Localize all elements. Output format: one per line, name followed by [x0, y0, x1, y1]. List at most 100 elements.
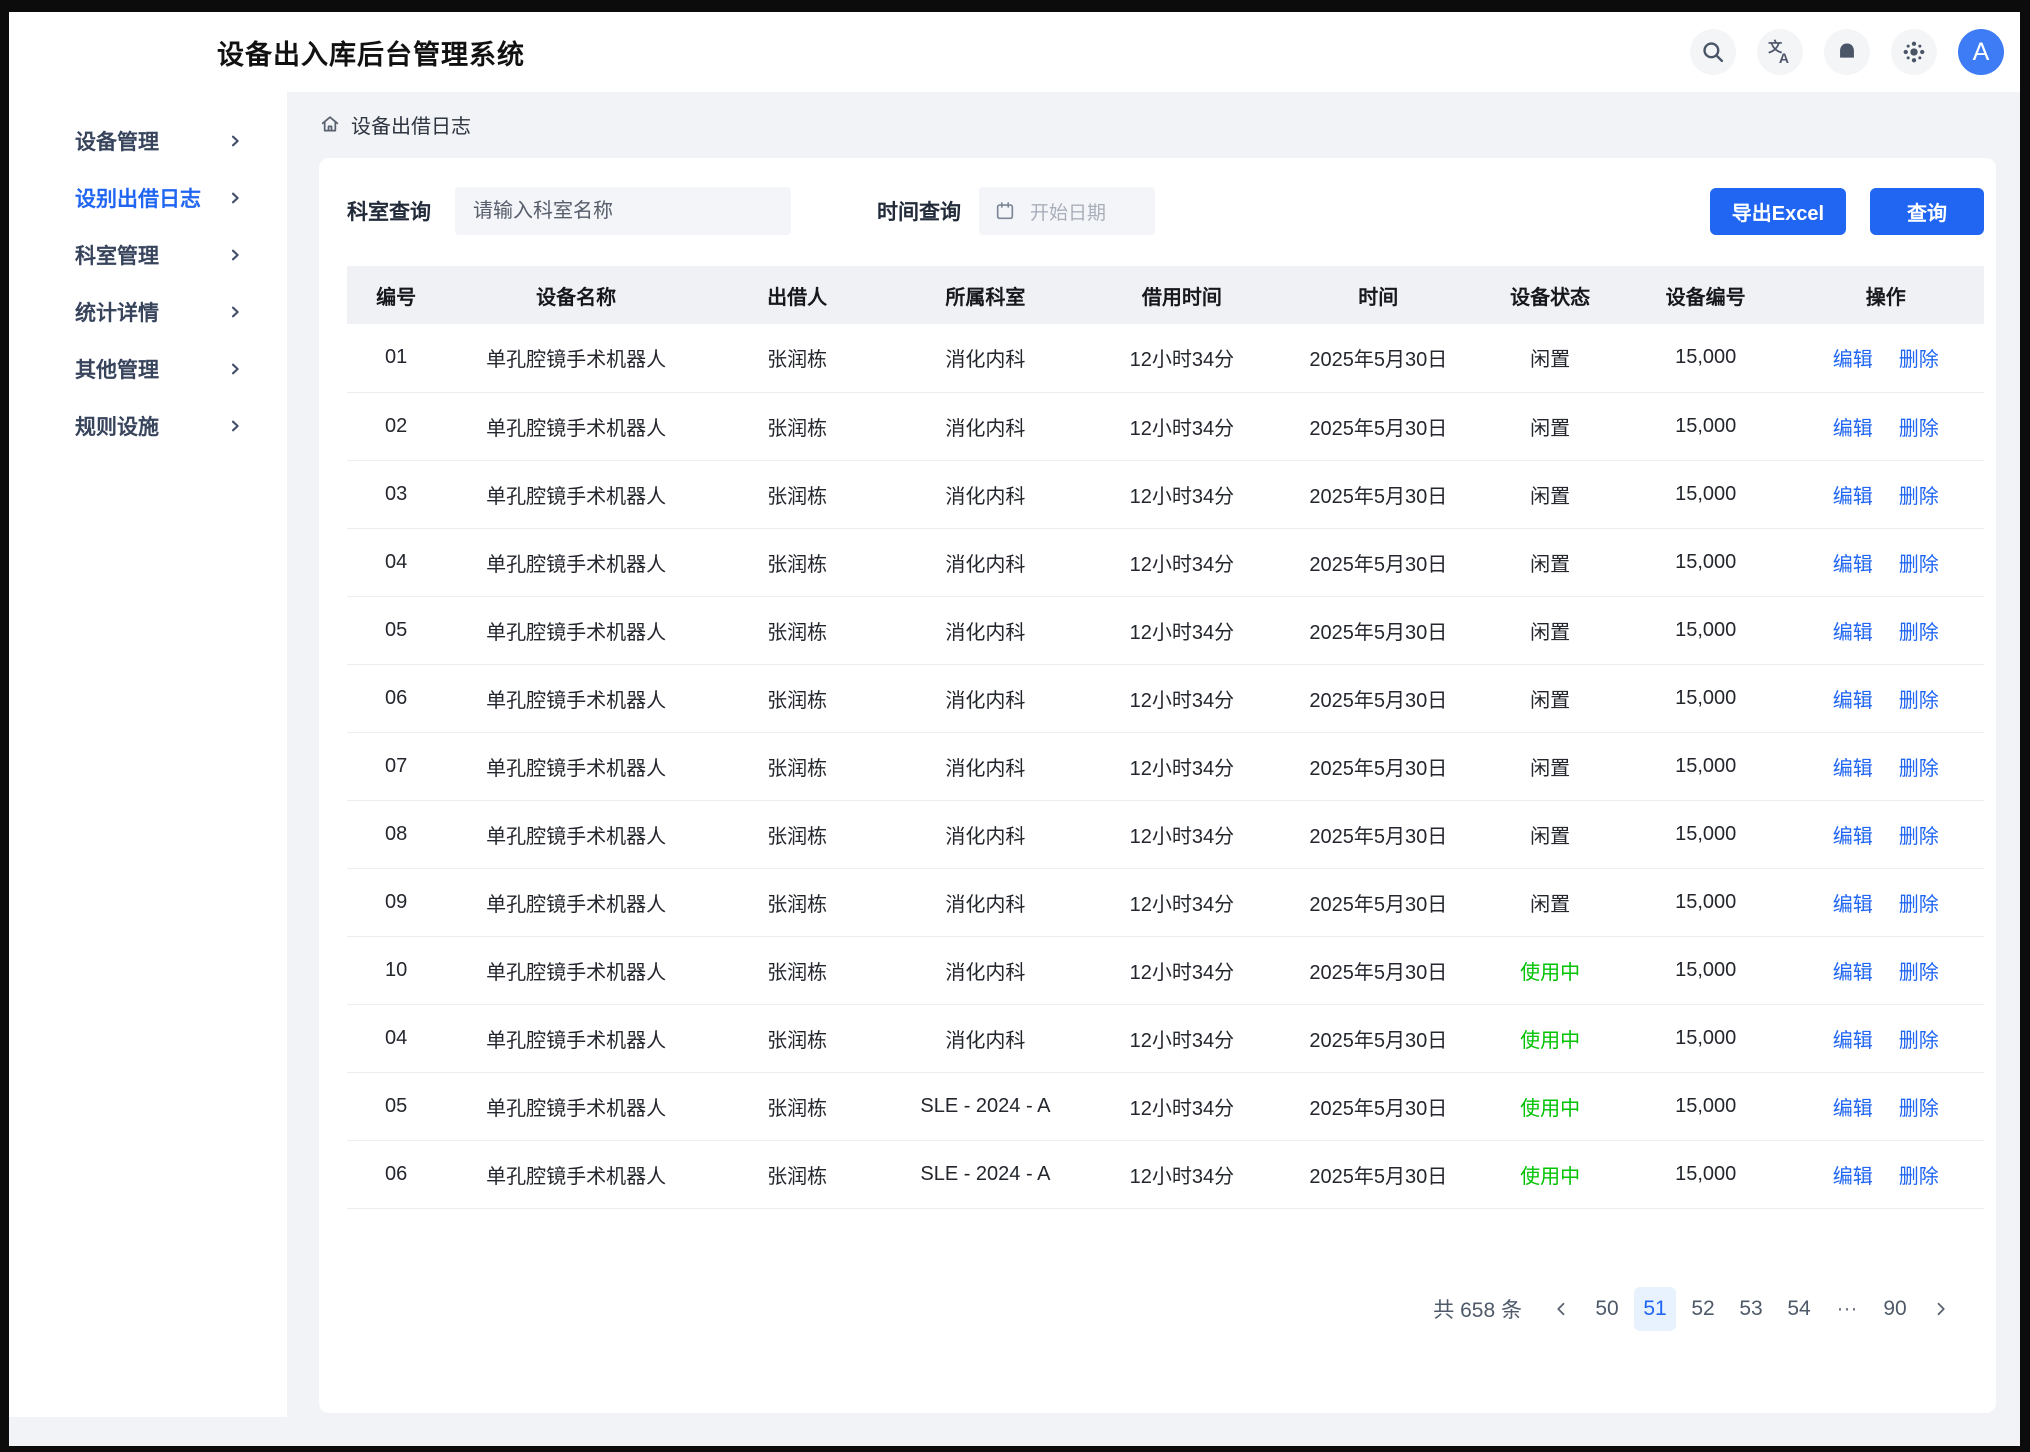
cell-code: 15,000	[1624, 732, 1788, 800]
edit-link[interactable]: 编辑	[1833, 826, 1873, 848]
notification-button[interactable]	[1824, 29, 1870, 75]
cell-date: 2025年5月30日	[1280, 1004, 1476, 1072]
cell-status: 闲置	[1477, 596, 1624, 664]
search-button[interactable]	[1690, 29, 1736, 75]
table-row: 06单孔腔镜手术机器人张润栋SLE - 2024 - A12小时34分2025年…	[347, 1140, 1984, 1208]
sidebar-item-4[interactable]: 其他管理	[9, 340, 287, 397]
edit-link[interactable]: 编辑	[1833, 894, 1873, 916]
cell-actions: 编辑 删除	[1788, 1072, 1984, 1140]
sidebar-item-1[interactable]: 设别出借日志	[9, 169, 287, 226]
edit-link[interactable]: 编辑	[1833, 690, 1873, 712]
page-ellipsis: ···	[1826, 1287, 1868, 1331]
chevron-right-icon	[227, 361, 243, 377]
table-row: 07单孔腔镜手术机器人张润栋消化内科12小时34分2025年5月30日闲置15,…	[347, 732, 1984, 800]
delete-link[interactable]: 删除	[1899, 962, 1939, 984]
user-avatar[interactable]: A	[1958, 29, 2004, 75]
delete-link[interactable]: 删除	[1899, 758, 1939, 780]
cell-date: 2025年5月30日	[1280, 664, 1476, 732]
delete-link[interactable]: 删除	[1899, 894, 1939, 916]
page-prev-button[interactable]	[1544, 1287, 1580, 1331]
cell-borrower: 张润栋	[707, 392, 887, 460]
cell-device: 单孔腔镜手术机器人	[445, 528, 707, 596]
body-row: 设备管理 设别出借日志 科室管理 统计详情 其他管理 规则设施	[9, 92, 2020, 1417]
cell-code: 15,000	[1624, 936, 1788, 1004]
edit-link[interactable]: 编辑	[1833, 1098, 1873, 1120]
column-header: 所属科室	[887, 266, 1083, 324]
cell-dept: 消化内科	[887, 868, 1083, 936]
cell-borrower: 张润栋	[707, 800, 887, 868]
sidebar-item-5[interactable]: 规则设施	[9, 397, 287, 454]
cell-code: 15,000	[1624, 1004, 1788, 1072]
delete-link[interactable]: 删除	[1899, 486, 1939, 508]
page-button-52[interactable]: 52	[1682, 1287, 1724, 1331]
language-button[interactable]: 文 A	[1757, 29, 1803, 75]
page-button-50[interactable]: 50	[1586, 1287, 1628, 1331]
edit-link[interactable]: 编辑	[1833, 758, 1873, 780]
export-excel-button[interactable]: 导出Excel	[1710, 188, 1846, 235]
cell-borrower: 张润栋	[707, 324, 887, 392]
chevron-right-icon	[227, 190, 243, 206]
edit-link[interactable]: 编辑	[1833, 349, 1873, 371]
settings-button[interactable]	[1891, 29, 1937, 75]
device-log-table: 编号设备名称出借人所属科室借用时间时间设备状态设备编号操作 01单孔腔镜手术机器…	[347, 266, 1984, 1209]
cell-id: 02	[347, 392, 445, 460]
delete-link[interactable]: 删除	[1899, 418, 1939, 440]
edit-link[interactable]: 编辑	[1833, 1166, 1873, 1188]
cell-duration: 12小时34分	[1084, 1140, 1280, 1208]
delete-link[interactable]: 删除	[1899, 826, 1939, 848]
cell-dept: 消化内科	[887, 1004, 1083, 1072]
cell-borrower: 张润栋	[707, 664, 887, 732]
filter-bar: 科室查询 时间查询 开始日期 导出Excel	[347, 184, 1984, 238]
cell-id: 05	[347, 596, 445, 664]
page-next-button[interactable]	[1922, 1287, 1958, 1331]
cell-dept: SLE - 2024 - A	[887, 1140, 1083, 1208]
cell-actions: 编辑 删除	[1788, 460, 1984, 528]
cell-borrower: 张润栋	[707, 528, 887, 596]
sidebar-item-3[interactable]: 统计详情	[9, 283, 287, 340]
delete-link[interactable]: 删除	[1899, 349, 1939, 371]
cell-dept: 消化内科	[887, 800, 1083, 868]
table-row: 03单孔腔镜手术机器人张润栋消化内科12小时34分2025年5月30日闲置15,…	[347, 460, 1984, 528]
delete-link[interactable]: 删除	[1899, 1166, 1939, 1188]
cell-device: 单孔腔镜手术机器人	[445, 1140, 707, 1208]
edit-link[interactable]: 编辑	[1833, 622, 1873, 644]
page-button-90[interactable]: 90	[1874, 1287, 1916, 1331]
cell-id: 04	[347, 1004, 445, 1072]
cell-code: 15,000	[1624, 664, 1788, 732]
delete-link[interactable]: 删除	[1899, 690, 1939, 712]
edit-link[interactable]: 编辑	[1833, 1030, 1873, 1052]
chevron-right-icon	[227, 247, 243, 263]
cell-id: 10	[347, 936, 445, 1004]
cell-id: 05	[347, 1072, 445, 1140]
edit-link[interactable]: 编辑	[1833, 418, 1873, 440]
cell-status: 使用中	[1477, 1004, 1624, 1072]
delete-link[interactable]: 删除	[1899, 1098, 1939, 1120]
edit-link[interactable]: 编辑	[1833, 554, 1873, 576]
cell-id: 03	[347, 460, 445, 528]
cell-date: 2025年5月30日	[1280, 392, 1476, 460]
breadcrumb[interactable]: 设备出借日志	[319, 104, 1996, 144]
sidebar-item-2[interactable]: 科室管理	[9, 226, 287, 283]
header-actions: 文 A	[1690, 29, 2004, 75]
cell-duration: 12小时34分	[1084, 800, 1280, 868]
page-button-51[interactable]: 51	[1634, 1287, 1676, 1331]
page-button-53[interactable]: 53	[1730, 1287, 1772, 1331]
chevron-right-icon	[227, 304, 243, 320]
cell-duration: 12小时34分	[1084, 868, 1280, 936]
delete-link[interactable]: 删除	[1899, 1030, 1939, 1052]
cell-id: 09	[347, 868, 445, 936]
start-date-picker[interactable]: 开始日期	[979, 187, 1155, 235]
page-button-54[interactable]: 54	[1778, 1287, 1820, 1331]
delete-link[interactable]: 删除	[1899, 554, 1939, 576]
dept-query-input[interactable]	[455, 187, 791, 235]
table-row: 05单孔腔镜手术机器人张润栋SLE - 2024 - A12小时34分2025年…	[347, 1072, 1984, 1140]
edit-link[interactable]: 编辑	[1833, 962, 1873, 984]
delete-link[interactable]: 删除	[1899, 622, 1939, 644]
query-button[interactable]: 查询	[1870, 188, 1984, 235]
edit-link[interactable]: 编辑	[1833, 486, 1873, 508]
sidebar-item-0[interactable]: 设备管理	[9, 112, 287, 169]
cell-duration: 12小时34分	[1084, 528, 1280, 596]
cell-actions: 编辑 删除	[1788, 528, 1984, 596]
column-header: 时间	[1280, 266, 1476, 324]
cell-duration: 12小时34分	[1084, 1004, 1280, 1072]
